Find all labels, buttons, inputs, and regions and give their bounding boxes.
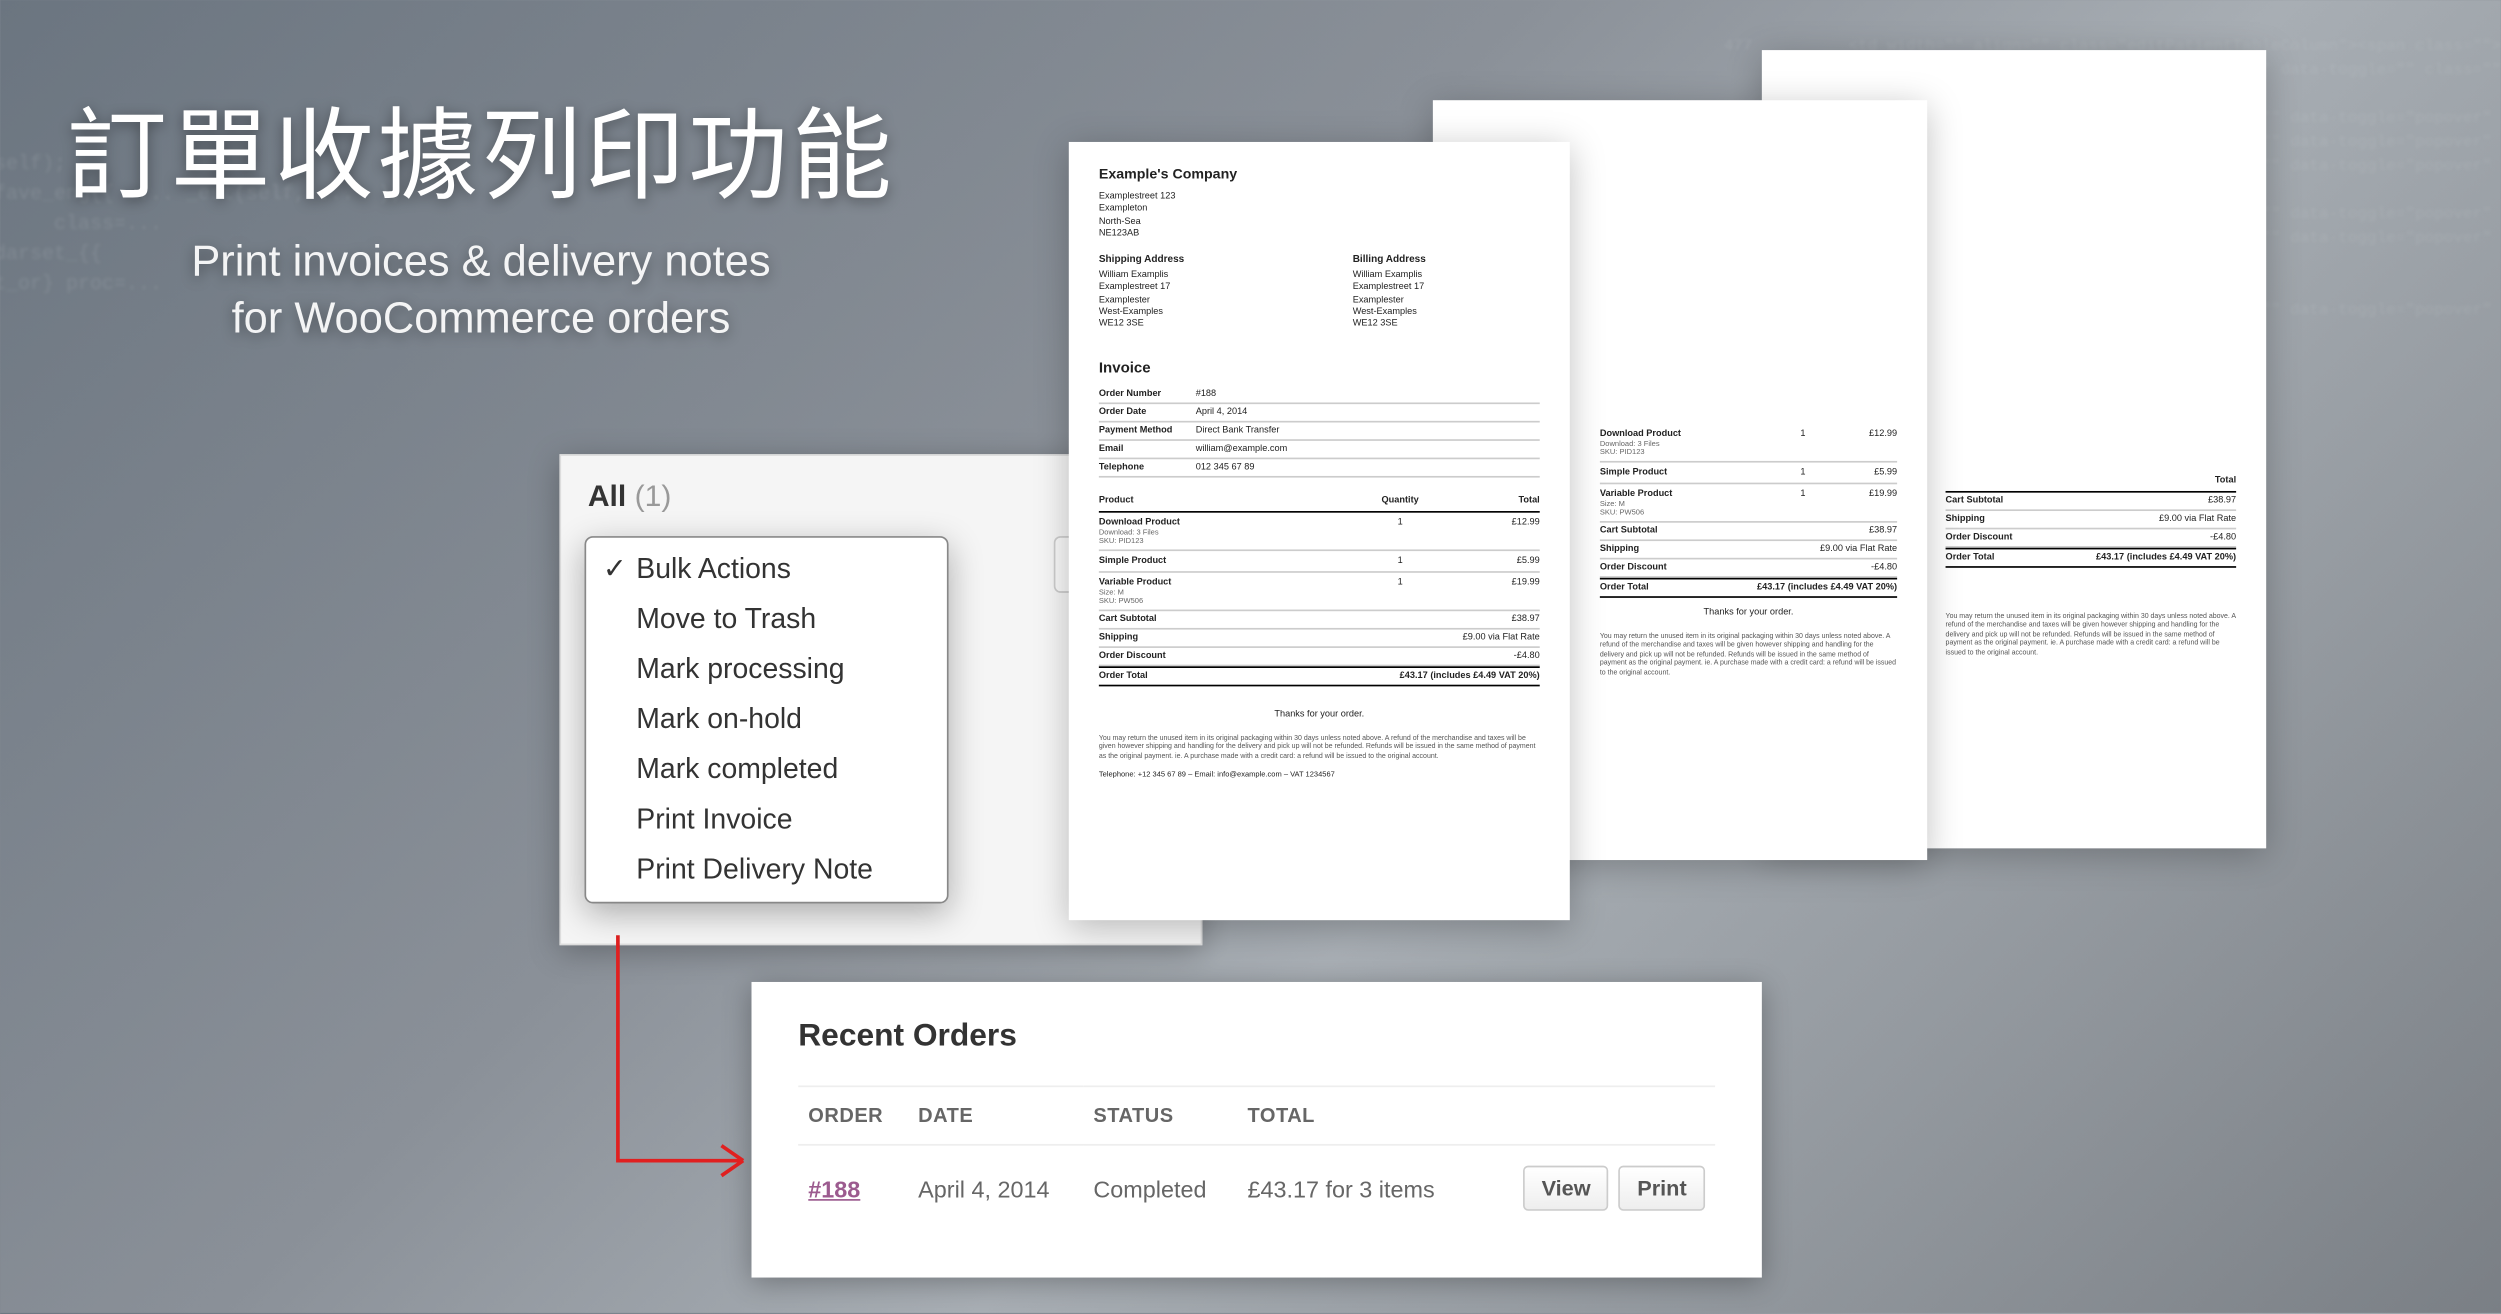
invoice-meta-row: Telephone012 345 67 89: [1099, 459, 1540, 477]
invoice-total-row: Cart Subtotal£38.97: [1099, 611, 1540, 629]
hero-title: 訂單收據列印功能 Print invoices & delivery notes…: [67, 75, 895, 347]
invoice-total-row: Order Total£43.17 (includes £4.49 VAT 20…: [1099, 666, 1540, 686]
invoice-product-row: Simple Product 1 £5.99: [1099, 551, 1540, 573]
invoice-doc-1: Example's Company Examplestreet 123Examp…: [1069, 142, 1570, 920]
invoice-total-row: Shipping£9.00 via Flat Rate: [1946, 511, 2237, 529]
invoice-meta-row: Order DateApril 4, 2014: [1099, 404, 1540, 422]
dropdown-item-completed[interactable]: Mark completed: [586, 745, 947, 795]
invoice-fine-print: You may return the unused item in its or…: [1099, 733, 1540, 760]
invoice-total-row: Order Discount-£4.80: [1600, 559, 1897, 577]
th-status: STATUS: [1083, 1086, 1237, 1144]
dropdown-item-trash[interactable]: Move to Trash: [586, 595, 947, 645]
orders-table: ORDER DATE STATUS TOTAL #188 April 4, 20…: [798, 1086, 1715, 1231]
hero-title-en: Print invoices & delivery notes for WooC…: [67, 234, 895, 347]
view-button[interactable]: View: [1523, 1166, 1609, 1211]
dropdown-item-onhold[interactable]: Mark on-hold: [586, 695, 947, 745]
dropdown-item-processing[interactable]: Mark processing: [586, 645, 947, 695]
filter-all-count: (1): [635, 479, 672, 512]
print-button[interactable]: Print: [1619, 1166, 1705, 1211]
invoice-product-row: Variable ProductSize: MSKU: PW506 1 £19.…: [1099, 572, 1540, 610]
invoice-thanks: Thanks for your order.: [1099, 709, 1540, 719]
invoice-product-row: Download ProductDownload: 3 FilesSKU: PI…: [1600, 424, 1897, 462]
table-row: #188 April 4, 2014 Completed £43.17 for …: [798, 1145, 1715, 1231]
bulk-actions-dropdown[interactable]: Bulk Actions Move to Trash Mark processi…: [585, 536, 949, 903]
dropdown-item-print-invoice[interactable]: Print Invoice: [586, 795, 947, 845]
order-link[interactable]: #188: [808, 1175, 860, 1202]
order-status: Completed: [1083, 1145, 1237, 1231]
invoice-total-row: Cart Subtotal£38.97: [1946, 493, 2237, 511]
arrow-icon: [585, 927, 769, 1211]
invoice-product-row: Simple Product 1 £5.99: [1600, 463, 1897, 485]
invoice-meta-row: Emailwilliam@example.com: [1099, 441, 1540, 459]
invoice-product-row: Variable ProductSize: MSKU: PW506 1 £19.…: [1600, 484, 1897, 522]
invoice-meta-row: Order Number#188: [1099, 385, 1540, 403]
th-order: ORDER: [798, 1086, 908, 1144]
invoice-meta-row: Payment MethodDirect Bank Transfer: [1099, 422, 1540, 440]
order-date: April 4, 2014: [908, 1145, 1083, 1231]
shipping-address: William ExamplisExamplestreet 17Examples…: [1099, 270, 1286, 332]
invoice-from-address: Examplestreet 123ExampletonNorth-SeaNE12…: [1099, 192, 1540, 242]
dropdown-item-bulk-actions[interactable]: Bulk Actions: [586, 544, 947, 594]
invoice-total-row: Order Discount-£4.80: [1946, 529, 2237, 547]
invoice-title: Invoice: [1099, 359, 1540, 376]
invoice-footer: Telephone: +12 345 67 89 – Email: info@e…: [1099, 770, 1540, 778]
billing-address: William ExamplisExamplestreet 17Examples…: [1353, 270, 1540, 332]
filter-all[interactable]: All: [588, 479, 626, 512]
invoice-total-row: Shipping£9.00 via Flat Rate: [1099, 629, 1540, 647]
hero-title-cn: 訂單收據列印功能: [67, 75, 895, 220]
th-total: TOTAL: [1237, 1086, 1477, 1144]
invoice-total-row: Order Discount-£4.80: [1099, 648, 1540, 666]
th-date: DATE: [908, 1086, 1083, 1144]
invoice-product-row: Download ProductDownload: 3 FilesSKU: PI…: [1099, 512, 1540, 550]
invoice-company: Example's Company: [1099, 165, 1540, 182]
order-total: £43.17 for 3 items: [1237, 1145, 1477, 1231]
invoice-total-row: Order Total£43.17 (includes £4.49 VAT 20…: [1600, 578, 1897, 598]
invoice-total-row: Shipping£9.00 via Flat Rate: [1600, 541, 1897, 559]
invoice-total-row: Cart Subtotal£38.97: [1600, 523, 1897, 541]
recent-orders-heading: Recent Orders: [798, 1019, 1715, 1056]
dropdown-item-print-delivery[interactable]: Print Delivery Note: [586, 845, 947, 895]
invoice-total-row: Order Total£43.17 (includes £4.49 VAT 20…: [1946, 548, 2237, 568]
recent-orders-panel: Recent Orders ORDER DATE STATUS TOTAL #1…: [752, 982, 1762, 1278]
